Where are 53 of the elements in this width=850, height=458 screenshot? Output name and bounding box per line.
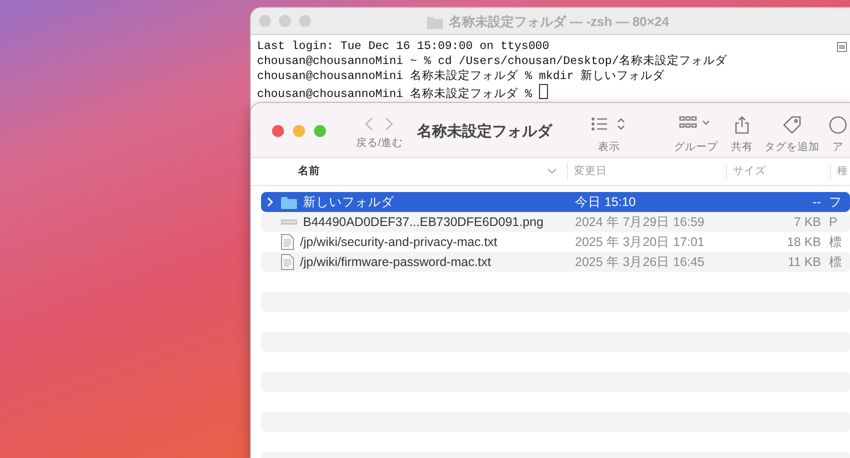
size-cell-text: --	[812, 195, 821, 209]
date-cell-text: 今日 15:10	[574, 194, 637, 210]
minimize-button[interactable]	[293, 125, 305, 137]
file-name: /jp/wiki/security-and-privacy-mac.txt	[300, 235, 498, 249]
close-button[interactable]	[259, 15, 271, 27]
file-row[interactable]: B44490AD0DEF37...EB730DFE6D091.png 2024 年 7月29日 16:59 7 KB P	[261, 212, 850, 232]
close-button[interactable]	[272, 125, 284, 137]
size-cell-text: 11 KB	[786, 255, 821, 269]
window-title: 名称未設定フォルダ — -zsh — 80×24	[449, 13, 669, 31]
chevron-right-icon[interactable]	[265, 197, 275, 207]
column-header[interactable]: 種	[830, 163, 850, 180]
list-view-icon	[591, 116, 627, 132]
terminal-line: chousan@chousannoMini 名称未設定フォルダ % mkdir 新しいフォルダ	[257, 70, 665, 83]
file-name: 新しいフォルダ	[303, 194, 394, 210]
column-header-label: 名前	[298, 164, 320, 179]
date-cell-text: 2024 年 7月29日 16:59	[574, 214, 706, 230]
kind-cell-text: P	[828, 215, 838, 229]
file-row[interactable]: /jp/wiki/security-and-privacy-mac.txt 2025 年 3月20日 17:01 18 KB 標	[261, 232, 850, 252]
scroll-marker-icon	[837, 42, 847, 52]
kind-cell-text: 標	[828, 234, 843, 250]
tag-icon	[783, 116, 801, 134]
folder-icon	[281, 196, 297, 208]
nav-label: 戻る/進む	[356, 136, 403, 150]
date-cell-text: 2025 年 3月20日 17:01	[574, 234, 706, 250]
kind-cell-text: 標	[828, 254, 843, 270]
file-row[interactable]: /jp/wiki/firmware-password-mac.txt 2025 年 3月26日 16:45 11 KB 標	[261, 252, 850, 272]
terminal-line: chousan@chousannoMini ~ % cd /Users/chousan/Desktop/名称未設定フォルダ	[257, 55, 727, 68]
share-icon	[735, 116, 749, 134]
file-row[interactable]: 新しいフォルダ 今日 15:10 -- フ	[261, 192, 850, 212]
column-header[interactable]: サイズ	[726, 163, 830, 180]
toolbar-button[interactable]: 共有	[726, 116, 758, 154]
zoom-button[interactable]	[314, 125, 326, 137]
column-header[interactable]: 変更日	[567, 163, 726, 180]
circle-icon	[829, 116, 847, 134]
size-cell-text: 18 KB	[786, 235, 821, 249]
terminal-line: Last login: Tue Dec 16 15:09:00 on ttys000	[257, 40, 550, 53]
date-cell-text: 2025 年 3月26日 16:45	[574, 254, 706, 270]
toolbar-button[interactable]: 表示	[552, 116, 666, 154]
document-icon	[281, 254, 294, 270]
folder-icon	[427, 16, 443, 28]
terminal-line: chousan@chousannoMini 名称未設定フォルダ %	[257, 88, 533, 101]
text-cursor	[538, 84, 548, 99]
folder-title: 名称未設定フォルダ	[416, 122, 552, 141]
size-cell-text: 7 KB	[792, 215, 821, 229]
file-name: B44490AD0DEF37...EB730DFE6D091.png	[303, 215, 544, 229]
zoom-button[interactable]	[299, 15, 311, 27]
kind-cell-text: フ	[828, 194, 843, 210]
document-icon	[281, 234, 294, 250]
minimize-button[interactable]	[279, 15, 291, 27]
file-name: /jp/wiki/firmware-password-mac.txt	[300, 255, 492, 269]
toolbar-button[interactable]: グループ	[666, 116, 726, 154]
toolbar-button[interactable]: タグを追加	[758, 116, 826, 154]
toolbar-button[interactable]: ア	[826, 116, 850, 154]
